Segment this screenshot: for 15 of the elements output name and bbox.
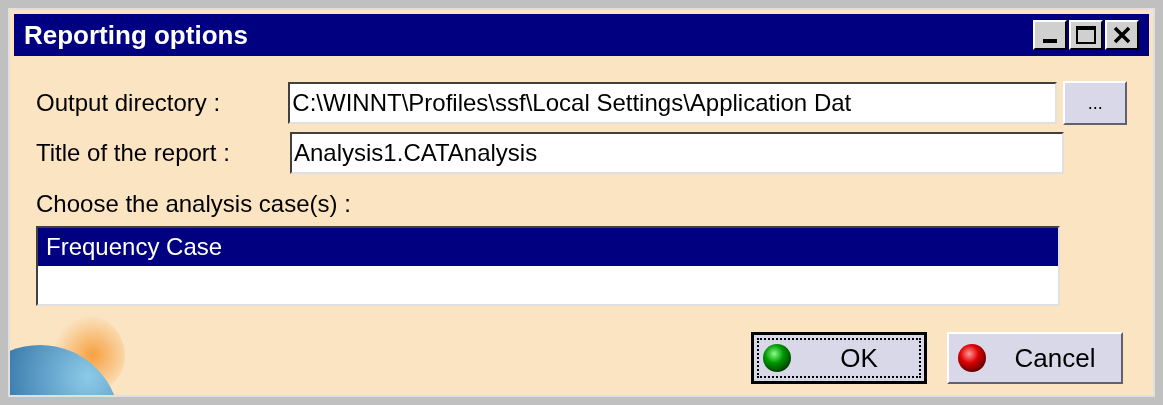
ball-icon <box>957 343 987 373</box>
maximize-icon[interactable] <box>1069 20 1103 50</box>
ok-button[interactable]: OK <box>751 332 927 384</box>
window-title: Reporting options <box>24 18 248 52</box>
close-icon[interactable] <box>1105 20 1139 50</box>
field-label: Output directory : <box>36 88 222 118</box>
browse-button[interactable]: ... <box>1063 81 1127 125</box>
text-field[interactable]: Analysis1.CATAnalysis <box>290 132 1064 174</box>
ball-icon <box>762 343 792 373</box>
list-item[interactable]: Frequency Case <box>38 228 1058 266</box>
list-label: Choose the analysis case(s) : <box>36 189 352 219</box>
minimize-icon[interactable] <box>1033 20 1067 50</box>
text-field[interactable]: C:\WINNT\Profiles\ssf\Local Settings\Application Dat <box>288 82 1058 124</box>
field-label: Title of the report : <box>36 138 231 168</box>
cancel-button[interactable]: Cancel <box>947 332 1123 384</box>
